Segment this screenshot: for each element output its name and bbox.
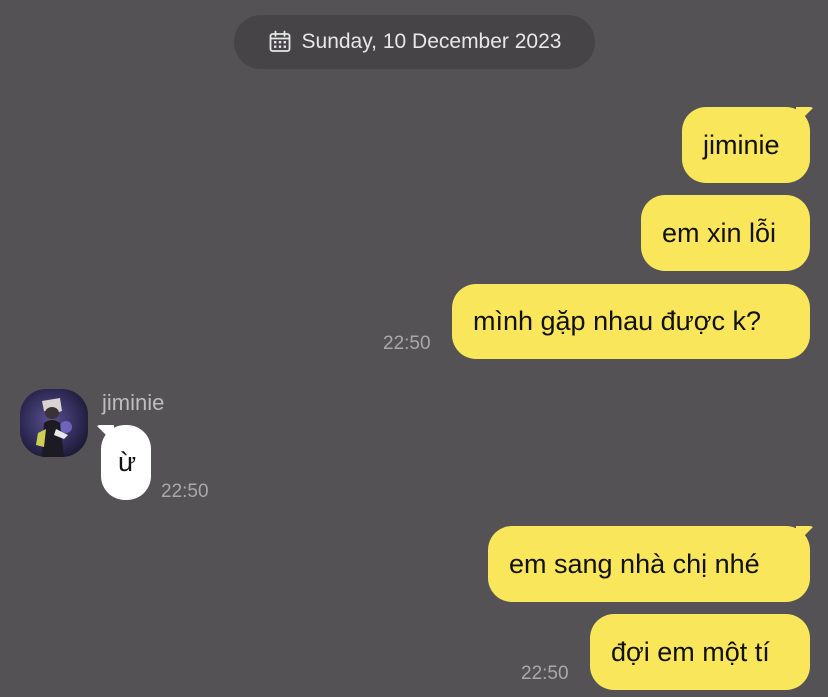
date-separator: Sunday, 10 December 2023 xyxy=(234,15,595,69)
avatar[interactable] xyxy=(20,389,88,457)
message-bubble-incoming[interactable]: ừ xyxy=(96,425,151,500)
message-text: ừ xyxy=(118,447,137,477)
message-bubble-outgoing[interactable]: em xin lỗi xyxy=(641,195,810,271)
message-text: đợi em một tí xyxy=(611,636,770,667)
message-text: em xin lỗi xyxy=(662,217,777,248)
message-timestamp: 22:50 xyxy=(383,333,431,354)
message-bubble-outgoing[interactable]: em sang nhà chị nhé xyxy=(488,526,814,602)
message-bubble-outgoing[interactable]: đợi em một tí xyxy=(590,614,810,690)
message-text: em sang nhà chị nhé xyxy=(509,548,760,579)
message-bubble-outgoing[interactable]: mình gặp nhau được k? xyxy=(452,284,810,359)
message-timestamp: 22:50 xyxy=(161,481,209,502)
message-text: mình gặp nhau được k? xyxy=(473,306,761,336)
date-label: Sunday, 10 December 2023 xyxy=(301,30,562,53)
sender-name: jiminie xyxy=(102,390,165,415)
chat-view[interactable]: Sunday, 10 December 2023 jiminie em xin … xyxy=(0,0,828,697)
calendar-icon xyxy=(268,30,292,54)
message-bubble-outgoing[interactable]: jiminie xyxy=(682,107,814,183)
message-text: jiminie xyxy=(703,129,780,160)
message-timestamp: 22:50 xyxy=(521,663,569,684)
profile-photo xyxy=(20,389,88,457)
